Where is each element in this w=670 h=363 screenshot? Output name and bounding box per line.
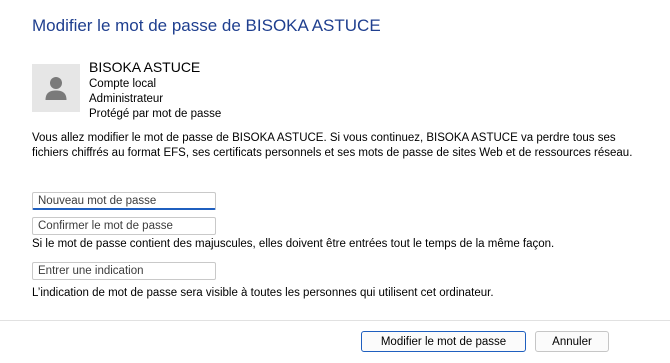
case-sensitivity-note: Si le mot de passe contient des majuscul… bbox=[32, 238, 555, 250]
change-password-button[interactable]: Modifier le mot de passe bbox=[361, 331, 526, 352]
user-account-card: BISOKA ASTUCE Compte local Administrateu… bbox=[32, 58, 432, 124]
user-account-type: Compte local bbox=[89, 78, 157, 90]
user-name: BISOKA ASTUCE bbox=[89, 59, 201, 75]
dialog-title: Modifier le mot de passe de BISOKA ASTUC… bbox=[32, 16, 381, 35]
cancel-button[interactable]: Annuler bbox=[535, 331, 609, 352]
user-silhouette-icon bbox=[45, 77, 67, 100]
password-change-warning: Vous allez modifier le mot de passe de B… bbox=[32, 132, 633, 159]
confirm-password-input[interactable] bbox=[32, 217, 216, 235]
footer-divider bbox=[0, 320, 670, 321]
new-password-input[interactable] bbox=[32, 192, 216, 210]
user-role: Administrateur bbox=[89, 93, 164, 105]
user-protection-status: Protégé par mot de passe bbox=[89, 108, 222, 120]
user-avatar-icon bbox=[32, 64, 80, 112]
hint-visibility-note: L’indication de mot de passe sera visibl… bbox=[32, 287, 494, 299]
password-hint-input[interactable] bbox=[32, 262, 216, 280]
